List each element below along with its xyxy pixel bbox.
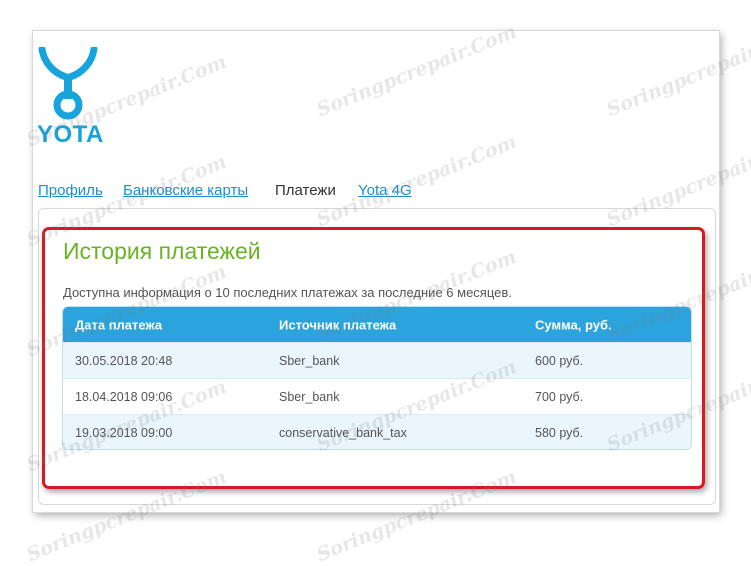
tab-yota-4g[interactable]: Yota 4G: [358, 182, 412, 199]
tab-profile[interactable]: Профиль: [38, 182, 103, 199]
tab-payments[interactable]: Платежи: [275, 182, 336, 199]
tab-bank-cards[interactable]: Банковские карты: [123, 182, 248, 199]
highlight-frame: [42, 227, 705, 489]
yota-logo-text: YOTA: [37, 121, 104, 148]
